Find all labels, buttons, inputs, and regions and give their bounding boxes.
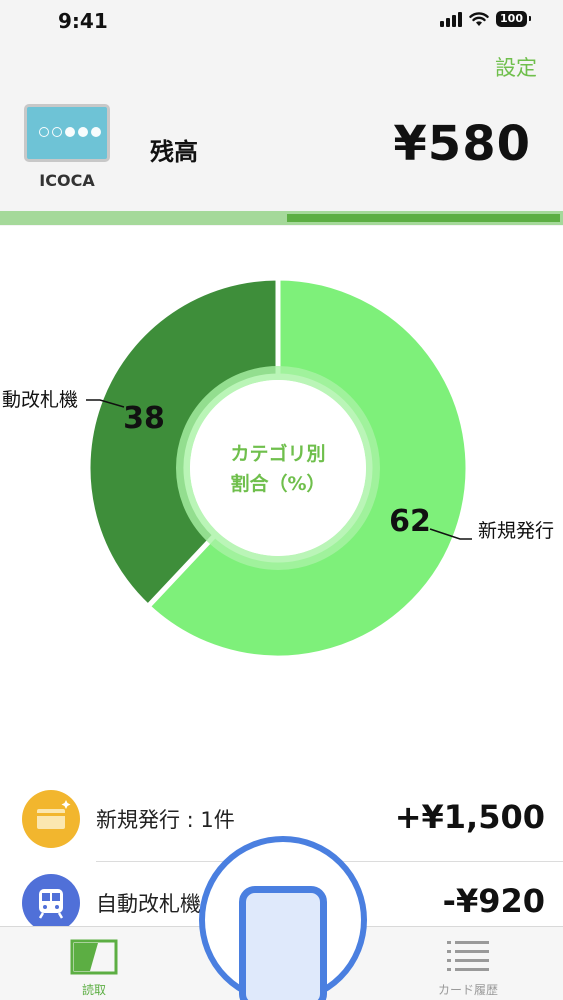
balance-progress-bar	[0, 211, 563, 225]
scan-card-icon	[70, 939, 118, 975]
donut-hole	[190, 380, 366, 556]
slice-value-label: 38	[123, 401, 165, 436]
tab-card-history[interactable]: カード履歴	[398, 927, 538, 1000]
balance-label: 残高	[150, 138, 198, 166]
slice-category-label: 新規発行	[478, 520, 554, 542]
card-header: 設定 ICOCA 残高 ¥580	[0, 44, 563, 226]
settings-button[interactable]: 設定	[495, 52, 537, 82]
donut-chart-svg: カテゴリ別割合（%） 62 新規発行 38 自動改札機	[0, 275, 554, 661]
battery-icon: 100	[496, 11, 531, 27]
status-icons: 100	[440, 11, 531, 27]
transaction-label: 自動改札機	[96, 892, 201, 916]
tab-card-history-label: カード履歴	[437, 983, 498, 997]
list-icon	[447, 941, 489, 971]
card-name: ICOCA	[39, 171, 95, 190]
slice-value-label: 62	[389, 504, 431, 539]
transaction-label: 新規発行 : 1件	[96, 808, 235, 832]
scan-nfc-button[interactable]	[199, 836, 367, 1000]
status-bar: 9:41 100	[0, 0, 563, 44]
wifi-icon	[469, 12, 489, 26]
transaction-amount: -¥920	[442, 882, 545, 920]
card-logo-icon	[39, 127, 101, 137]
train-icon	[22, 874, 80, 932]
chart-center-label: カテゴリ別	[230, 442, 325, 465]
tab-scan[interactable]: 読取	[24, 927, 164, 1000]
status-time: 9:41	[58, 9, 108, 33]
slice-category-label: 自動改札機	[0, 389, 78, 411]
balance-progress-fill	[287, 214, 560, 222]
transaction-amount: +¥1,500	[394, 798, 545, 836]
card-thumbnail[interactable]	[24, 104, 110, 162]
card-icon	[22, 790, 80, 848]
tab-scan-label: 読取	[81, 983, 106, 997]
signal-icon	[440, 11, 463, 27]
balance-value: ¥580	[393, 116, 531, 172]
category-donut-chart: カテゴリ別割合（%） 62 新規発行 38 自動改札機	[0, 226, 563, 766]
phone-icon	[239, 886, 327, 1000]
chart-center-label: 割合（%）	[230, 472, 325, 495]
